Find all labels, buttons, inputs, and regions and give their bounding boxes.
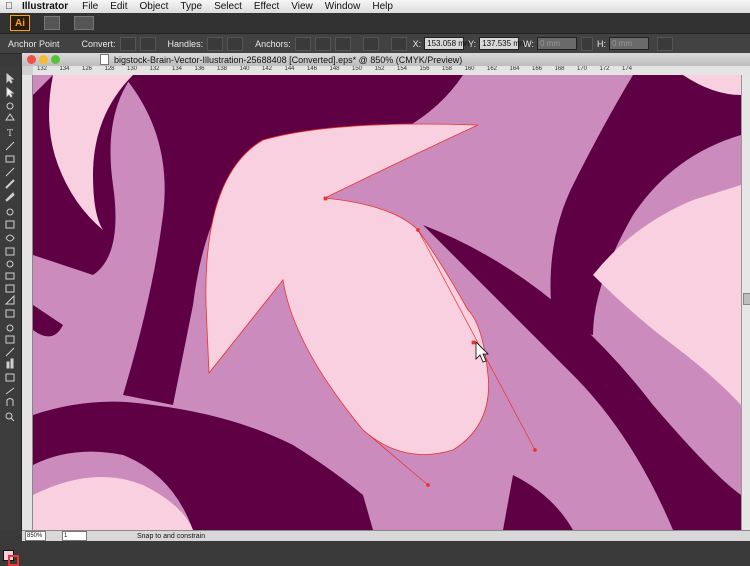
w-field[interactable]: 0 mm [536,37,577,50]
remove-anchor-icon[interactable] [294,36,311,51]
h-field[interactable]: 0 mm [608,37,649,50]
ruler-tick-label: 152 [374,66,385,72]
artboard-canvas[interactable] [33,75,741,530]
ruler-tick-label: 126 [82,66,93,72]
x-field[interactable]: 153.058 mm [424,37,472,50]
menu-object[interactable]: Object [133,1,174,12]
svg-text:T: T [7,129,13,139]
arrange-documents-icon[interactable] [74,16,94,30]
menu-window[interactable]: Window [319,1,367,12]
ruler-tick-label: 154 [397,66,408,72]
app-logo: Ai [10,15,30,31]
link-icon[interactable] [580,36,593,51]
status-message: Snap to and constrain [137,532,206,540]
ruler-tick-label: 164 [509,66,520,72]
dark-band-lower-left [33,305,63,337]
connect-anchor-icon[interactable] [314,36,331,51]
y-label: Y: [468,38,477,49]
menu-effect[interactable]: Effect [248,1,285,12]
ruler-tick-label: 132 [149,66,160,72]
menu-bar:  Illustrator File Edit Object Type Sele… [0,0,750,14]
cut-path-icon[interactable] [334,36,351,51]
dark-band-bottom-right [503,475,573,530]
tools-panel: T [0,66,22,566]
anchors-label: Anchors: [255,38,291,49]
ruler-tick-label: 168 [554,66,565,72]
h-label: H: [596,38,606,49]
status-bar: 850% 1 Snap to and constrain [22,530,750,541]
apple-icon[interactable]:  [0,1,18,12]
document-title: bigstock-Brain-Vector-Illustration-25688… [114,54,463,65]
menu-type[interactable]: Type [174,1,208,12]
ruler-corner[interactable] [22,66,33,75]
menu-edit[interactable]: Edit [104,1,133,12]
w-label: W: [523,38,534,49]
stroke-swatch[interactable] [8,555,19,566]
ruler-tick-label: 132 [37,66,48,72]
menu-help[interactable]: Help [366,1,399,12]
show-handles-icon[interactable] [207,36,224,51]
ruler-tick-label: 142 [262,66,273,72]
zoom-icon[interactable] [51,55,60,64]
ruler-tick-label: 162 [487,66,498,72]
scroll-thumb[interactable] [743,293,750,305]
menu-view[interactable]: View [285,1,319,12]
ruler-tick-label: 128 [104,66,115,72]
document-tab[interactable]: bigstock-Brain-Vector-Illustration-25688… [22,53,750,67]
convert-corner-icon[interactable] [119,36,136,51]
hide-handles-icon[interactable] [227,36,244,51]
document-icon [100,54,109,65]
ruler-tick-label: 170 [577,66,588,72]
ruler-tick-label: 134 [172,66,183,72]
reference-point-icon[interactable] [362,36,379,51]
minimize-icon[interactable] [39,55,48,64]
application-bar: Ai [0,13,750,34]
control-panel: Anchor Point Convert: Handles: Anchors: … [0,34,750,54]
mode-label: Anchor Point [8,38,60,49]
menu-file[interactable]: File [76,1,104,12]
vertical-ruler[interactable] [22,75,33,530]
convert-smooth-icon[interactable] [139,36,156,51]
handles-label: Handles: [167,38,204,49]
ruler-tick-label: 166 [532,66,543,72]
ruler-tick-label: 156 [419,66,430,72]
ruler-tick-label: 134 [59,66,70,72]
ruler-tick-label: 144 [284,66,295,72]
app-menu[interactable]: Illustrator [18,1,76,12]
close-icon[interactable] [27,55,36,64]
ruler-tick-label: 136 [194,66,205,72]
ruler-tick-label: 174 [622,66,633,72]
menu-select[interactable]: Select [208,1,248,12]
selected-shape [205,123,489,455]
isolate-icon[interactable] [390,36,407,51]
ruler-tick-label: 140 [239,66,250,72]
ruler-tick-label: 158 [442,66,453,72]
ruler-tick-label: 150 [352,66,363,72]
ruler-tick-label: 130 [127,66,138,72]
vertical-scrollbar[interactable] [741,75,750,530]
transform-icon[interactable] [656,36,673,51]
ruler-tick-label: 172 [599,66,610,72]
ruler-tick-label: 160 [464,66,475,72]
bridge-icon[interactable] [44,16,60,30]
y-field[interactable]: 137.535 mm [479,37,527,50]
convert-label: Convert: [81,38,116,49]
ruler-tick-label: 146 [307,66,318,72]
ruler-tick-label: 138 [217,66,228,72]
tool-icons[interactable]: T [0,70,21,490]
ruler-tick-label: 148 [329,66,340,72]
x-label: X: [412,38,422,49]
artwork[interactable] [33,75,741,530]
